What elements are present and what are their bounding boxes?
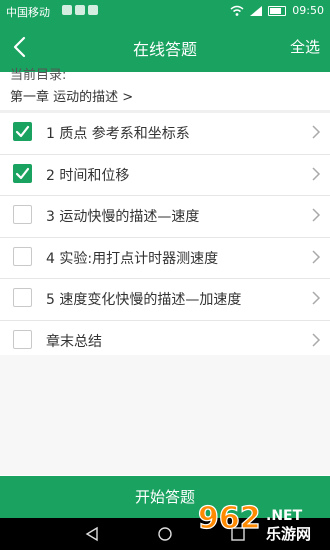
directory-path[interactable]: 第一章 运动的描述 > bbox=[10, 86, 133, 105]
battery-icon bbox=[268, 5, 287, 16]
section-label: 5 速度变化快慢的描述—加速度 bbox=[46, 292, 242, 308]
chevron-right-icon bbox=[312, 249, 321, 264]
watermark-site: 乐游网 bbox=[266, 525, 311, 543]
notification-icon-2 bbox=[75, 5, 85, 15]
clock: 09:50 bbox=[292, 4, 324, 17]
section-checkbox[interactable] bbox=[13, 288, 32, 307]
section-checkbox[interactable] bbox=[13, 329, 32, 349]
signal-icon bbox=[250, 5, 263, 16]
section-row[interactable]: 3 运动快慢的描述—速度 bbox=[0, 196, 330, 238]
list-empty-area bbox=[0, 355, 330, 475]
section-checkbox[interactable] bbox=[13, 122, 32, 141]
section-row[interactable]: 1 质点 参考系和坐标系 bbox=[0, 113, 330, 155]
page-title: 在线答题 bbox=[132, 40, 197, 59]
chevron-right-icon bbox=[312, 166, 321, 181]
section-row[interactable]: 2 时间和位移 bbox=[0, 154, 330, 196]
wifi-icon bbox=[230, 5, 244, 16]
section-row[interactable]: 5 速度变化快慢的描述—加速度 bbox=[0, 279, 330, 321]
notification-icons bbox=[62, 5, 98, 15]
notification-icon-1 bbox=[62, 5, 72, 15]
carrier-name: 中国移动 bbox=[6, 6, 50, 19]
section-label: 2 时间和位移 bbox=[46, 167, 130, 184]
directory-label: 当前目录: bbox=[10, 68, 67, 83]
section-label: 章末总结 bbox=[46, 333, 102, 350]
checkmark-icon bbox=[15, 167, 30, 179]
chevron-right-icon bbox=[312, 125, 321, 139]
section-label: 3 运动快慢的描述—速度 bbox=[46, 209, 200, 225]
select-all-button[interactable]: 全选 bbox=[290, 36, 320, 57]
site-watermark-logo: 962 .NET 乐游网 bbox=[197, 500, 311, 543]
chevron-right-icon bbox=[312, 332, 321, 347]
nav-home-icon[interactable] bbox=[157, 526, 173, 542]
checkmark-icon bbox=[15, 125, 30, 138]
nav-back-icon[interactable] bbox=[84, 526, 100, 542]
watermark-number: 962 bbox=[198, 501, 261, 536]
section-checkbox[interactable] bbox=[13, 163, 32, 183]
section-list: 1 质点 参考系和坐标系 2 时间和位移 3 运动快慢的描述—速度 4 实验:用打点计… bbox=[0, 113, 330, 362]
watermark-suffix: .NET bbox=[266, 508, 303, 524]
section-label: 4 实验:用打点计时器测速度 bbox=[46, 250, 219, 267]
chevron-right-icon bbox=[312, 291, 321, 305]
section-checkbox[interactable] bbox=[13, 246, 32, 266]
notification-icon-3 bbox=[88, 5, 98, 15]
section-row[interactable]: 4 实验:用打点计时器测速度 bbox=[0, 237, 330, 279]
section-checkbox[interactable] bbox=[13, 205, 32, 224]
status-bar: 中国移动 09:50 bbox=[0, 0, 330, 22]
section-label: 1 质点 参考系和坐标系 bbox=[46, 126, 190, 142]
chevron-right-icon bbox=[312, 208, 321, 222]
